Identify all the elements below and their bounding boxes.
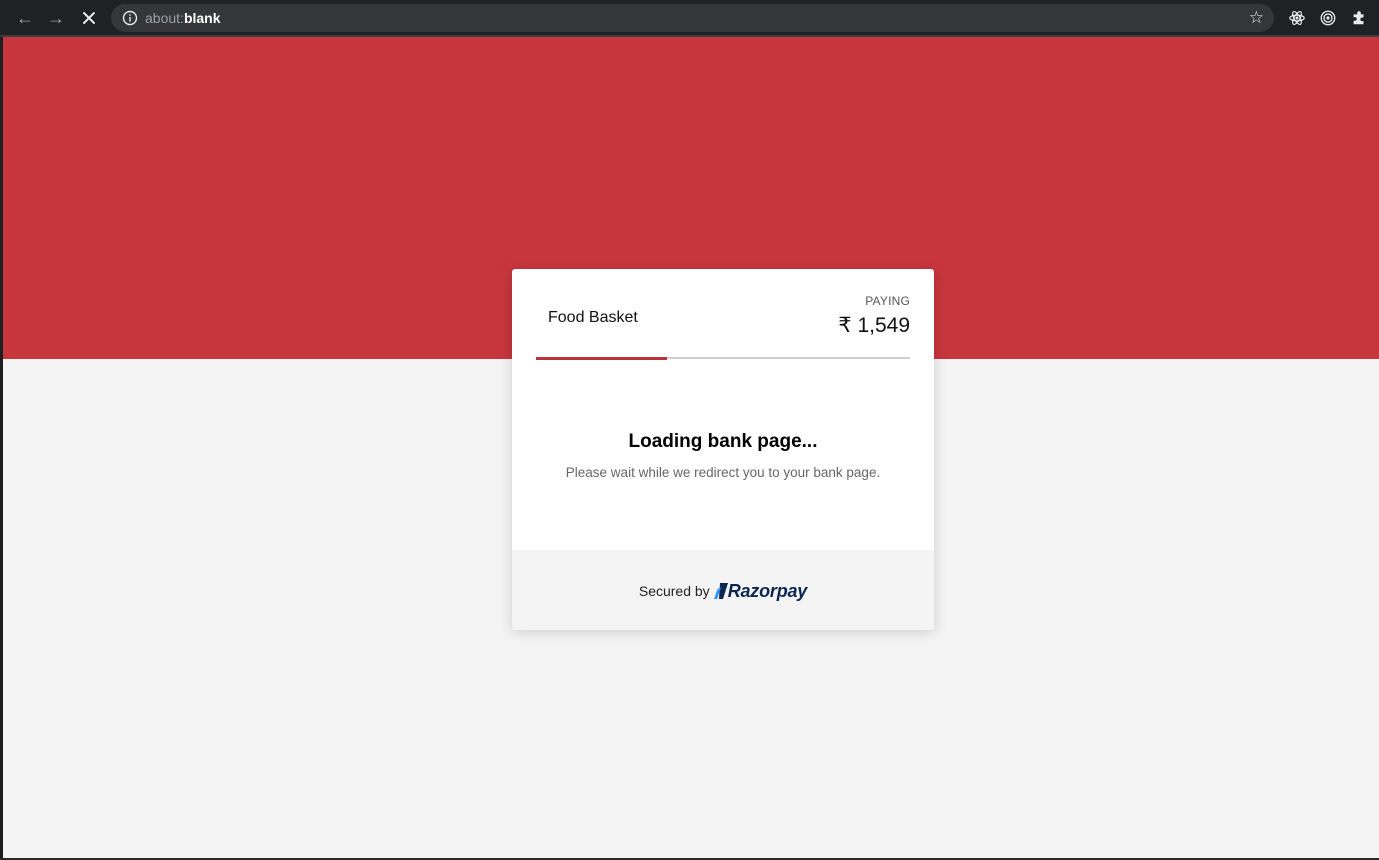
star-icon[interactable]: ☆ [1249, 7, 1264, 29]
target-extension-icon [1320, 10, 1336, 26]
close-icon [83, 12, 95, 24]
loading-message: Please wait while we redirect you to you… [565, 465, 881, 480]
address-url[interactable]: about:blank [145, 10, 221, 26]
razorpay-mark-icon [713, 583, 728, 599]
arrow-right-icon: → [47, 8, 65, 28]
puzzle-extensions-icon [1353, 11, 1364, 25]
checkout-card: Food Basket PAYING ₹ 1,549 Loading bank … [512, 269, 934, 630]
info-icon[interactable] [122, 10, 138, 26]
forward-button[interactable]: → [43, 5, 69, 31]
arrow-left-icon: ← [16, 8, 34, 28]
back-button[interactable]: ← [12, 5, 38, 31]
target-extension-button[interactable] [1317, 7, 1339, 29]
secured-by-label: Secured by [638, 583, 710, 599]
react-devtools-button[interactable] [1286, 7, 1308, 29]
loading-progress-fill [536, 356, 667, 360]
razorpay-logo[interactable]: Razorpay [713, 580, 808, 602]
payment-amount: ₹ 1,549 [838, 314, 910, 337]
paying-label: PAYING [865, 294, 910, 308]
url-scheme: about: [145, 10, 184, 26]
loading-progress-bar [536, 356, 910, 360]
browser-toolbar: ← → about:blank ☆ [0, 0, 1379, 37]
loading-title: Loading bank page... [628, 431, 818, 452]
razorpay-wordmark: Razorpay [727, 580, 808, 601]
address-bar[interactable]: about:blank ☆ [111, 4, 1274, 32]
url-host: blank [183, 10, 221, 26]
secured-by-footer: Secured by Razorpay [512, 550, 934, 630]
extensions-button[interactable] [1348, 7, 1370, 29]
stop-loading-button[interactable] [76, 5, 102, 31]
react-devtools-icon [1289, 11, 1305, 25]
merchant-name: Food Basket [548, 309, 638, 326]
